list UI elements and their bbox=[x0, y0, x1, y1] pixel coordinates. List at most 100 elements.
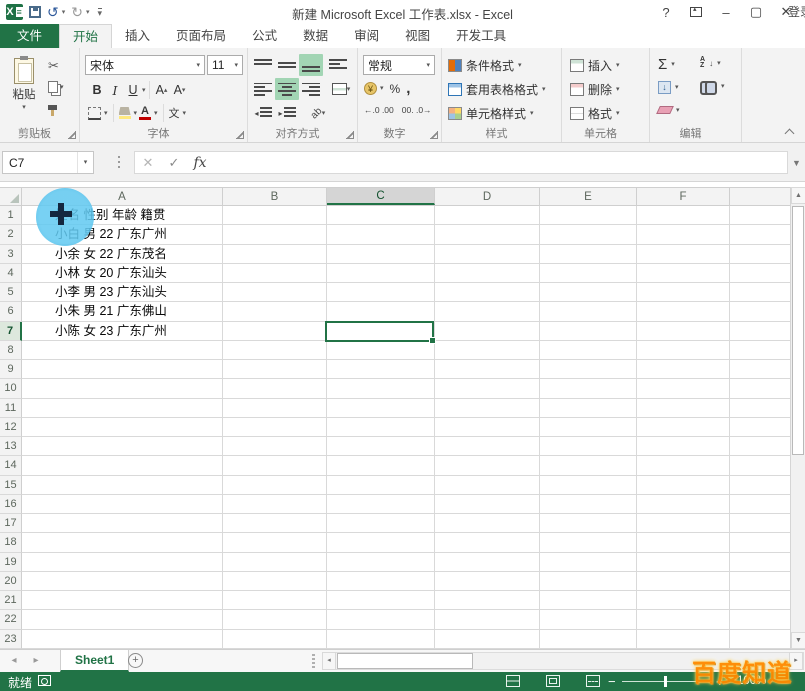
cell-A17[interactable] bbox=[22, 514, 223, 533]
cell-B7[interactable] bbox=[223, 322, 327, 341]
column-header-C[interactable]: C bbox=[327, 188, 435, 205]
cell-partial-13[interactable] bbox=[730, 437, 790, 456]
cell-partial-10[interactable] bbox=[730, 379, 790, 398]
cell-B4[interactable] bbox=[223, 264, 327, 283]
borders-button[interactable]: ▾ bbox=[88, 107, 108, 120]
row-header-3[interactable]: 3 bbox=[0, 245, 22, 264]
cell-C11[interactable] bbox=[327, 399, 435, 418]
number-format-select[interactable]: 常规▾ bbox=[363, 55, 435, 75]
cell-partial-14[interactable] bbox=[730, 456, 790, 475]
cell-D13[interactable] bbox=[435, 437, 540, 456]
cell-F3[interactable] bbox=[637, 245, 730, 264]
cell-C5[interactable] bbox=[327, 283, 435, 302]
italic-button[interactable]: I bbox=[106, 80, 124, 100]
row-header-4[interactable]: 4 bbox=[0, 264, 22, 283]
cell-F22[interactable] bbox=[637, 610, 730, 629]
cell-B2[interactable] bbox=[223, 225, 327, 244]
cell-E13[interactable] bbox=[540, 437, 637, 456]
cell-A11[interactable] bbox=[22, 399, 223, 418]
font-name-select[interactable]: 宋体▾ bbox=[85, 55, 205, 75]
prev-sheet-button[interactable]: ◂ bbox=[4, 650, 24, 672]
vertical-scrollbar[interactable]: ▲ ▼ bbox=[790, 187, 805, 649]
column-header-F[interactable]: F bbox=[637, 188, 730, 205]
cell-B6[interactable] bbox=[223, 302, 327, 321]
format-painter-button[interactable] bbox=[48, 105, 57, 110]
cell-A8[interactable] bbox=[22, 341, 223, 360]
cell-partial-18[interactable] bbox=[730, 533, 790, 552]
cell-D15[interactable] bbox=[435, 476, 540, 495]
dialog-launcher-icon[interactable] bbox=[430, 131, 438, 139]
wrap-text-button[interactable] bbox=[326, 54, 350, 76]
cell-C19[interactable] bbox=[327, 553, 435, 572]
cell-D7[interactable] bbox=[435, 322, 540, 341]
next-sheet-button[interactable]: ▸ bbox=[26, 650, 46, 672]
cell-F19[interactable] bbox=[637, 553, 730, 572]
cell-E3[interactable] bbox=[540, 245, 637, 264]
cell-partial-4[interactable] bbox=[730, 264, 790, 283]
row-header-5[interactable]: 5 bbox=[0, 283, 22, 302]
tab-6[interactable]: 审阅 bbox=[341, 24, 392, 48]
cell-E7[interactable] bbox=[540, 322, 637, 341]
conditional-formatting-button[interactable]: 条件格式▾ bbox=[448, 57, 522, 74]
cell-D19[interactable] bbox=[435, 553, 540, 572]
cell-partial-11[interactable] bbox=[730, 399, 790, 418]
cell-partial-3[interactable] bbox=[730, 245, 790, 264]
cell-partial-16[interactable] bbox=[730, 495, 790, 514]
cell-A7[interactable]: 小陈 女 23 广东广州 bbox=[22, 322, 223, 341]
cell-D14[interactable] bbox=[435, 456, 540, 475]
cell-B10[interactable] bbox=[223, 379, 327, 398]
orientation-button[interactable]: ab▾ bbox=[303, 102, 333, 124]
cell-partial-2[interactable] bbox=[730, 225, 790, 244]
cell-C21[interactable] bbox=[327, 591, 435, 610]
align-bottom-button[interactable] bbox=[299, 54, 323, 76]
align-top-button[interactable] bbox=[251, 54, 275, 76]
row-header-23[interactable]: 23 bbox=[0, 630, 22, 649]
cell-F12[interactable] bbox=[637, 418, 730, 437]
decrease-indent-button[interactable]: ◂ bbox=[251, 102, 275, 124]
name-box[interactable]: C7 ▾ bbox=[2, 151, 94, 174]
cell-A21[interactable] bbox=[22, 591, 223, 610]
delete-cells-button[interactable]: 删除▾ bbox=[570, 81, 620, 98]
tab-3[interactable]: 页面布局 bbox=[163, 24, 239, 48]
format-as-table-button[interactable]: 套用表格格式▾ bbox=[448, 81, 546, 98]
cell-C13[interactable] bbox=[327, 437, 435, 456]
cell-D6[interactable] bbox=[435, 302, 540, 321]
cell-F21[interactable] bbox=[637, 591, 730, 610]
tab-4[interactable]: 公式 bbox=[239, 24, 290, 48]
expand-formula-bar-button[interactable]: ▼ bbox=[789, 151, 804, 174]
align-middle-button[interactable] bbox=[275, 54, 299, 76]
cell-A14[interactable] bbox=[22, 456, 223, 475]
vertical-scroll-thumb[interactable] bbox=[792, 206, 804, 455]
cell-E11[interactable] bbox=[540, 399, 637, 418]
decrease-decimal-button[interactable]: 00. .0→ bbox=[402, 105, 432, 115]
cell-B12[interactable] bbox=[223, 418, 327, 437]
shrink-font-button[interactable]: A▾ bbox=[171, 80, 189, 100]
page-layout-view-button[interactable] bbox=[546, 675, 560, 687]
cell-C6[interactable] bbox=[327, 302, 435, 321]
cell-A22[interactable] bbox=[22, 610, 223, 629]
sheet-tab-sheet1[interactable]: Sheet1 bbox=[60, 650, 129, 672]
row-header-19[interactable]: 19 bbox=[0, 553, 22, 572]
cell-B22[interactable] bbox=[223, 610, 327, 629]
cell-D23[interactable] bbox=[435, 630, 540, 649]
cell-D17[interactable] bbox=[435, 514, 540, 533]
autosum-button[interactable]: Σ▾ bbox=[658, 57, 675, 72]
cell-B18[interactable] bbox=[223, 533, 327, 552]
align-left-button[interactable] bbox=[251, 78, 275, 100]
sort-filter-button[interactable]: AZ↓▾ bbox=[700, 57, 721, 69]
cell-A4[interactable]: 小林 女 20 广东汕头 bbox=[22, 264, 223, 283]
cell-E19[interactable] bbox=[540, 553, 637, 572]
cell-D3[interactable] bbox=[435, 245, 540, 264]
cell-F15[interactable] bbox=[637, 476, 730, 495]
cell-E21[interactable] bbox=[540, 591, 637, 610]
fill-color-button[interactable]: ▾ bbox=[119, 107, 138, 119]
cell-C10[interactable] bbox=[327, 379, 435, 398]
cell-D9[interactable] bbox=[435, 360, 540, 379]
select-all-corner[interactable] bbox=[0, 188, 22, 205]
cancel-entry-button[interactable]: ✕ bbox=[135, 155, 161, 171]
accounting-format-button[interactable]: ¥▾ bbox=[364, 82, 384, 95]
cell-B14[interactable] bbox=[223, 456, 327, 475]
help-button[interactable]: ? bbox=[651, 5, 681, 20]
align-center-button[interactable] bbox=[275, 78, 299, 100]
row-header-1[interactable]: 1 bbox=[0, 206, 22, 225]
